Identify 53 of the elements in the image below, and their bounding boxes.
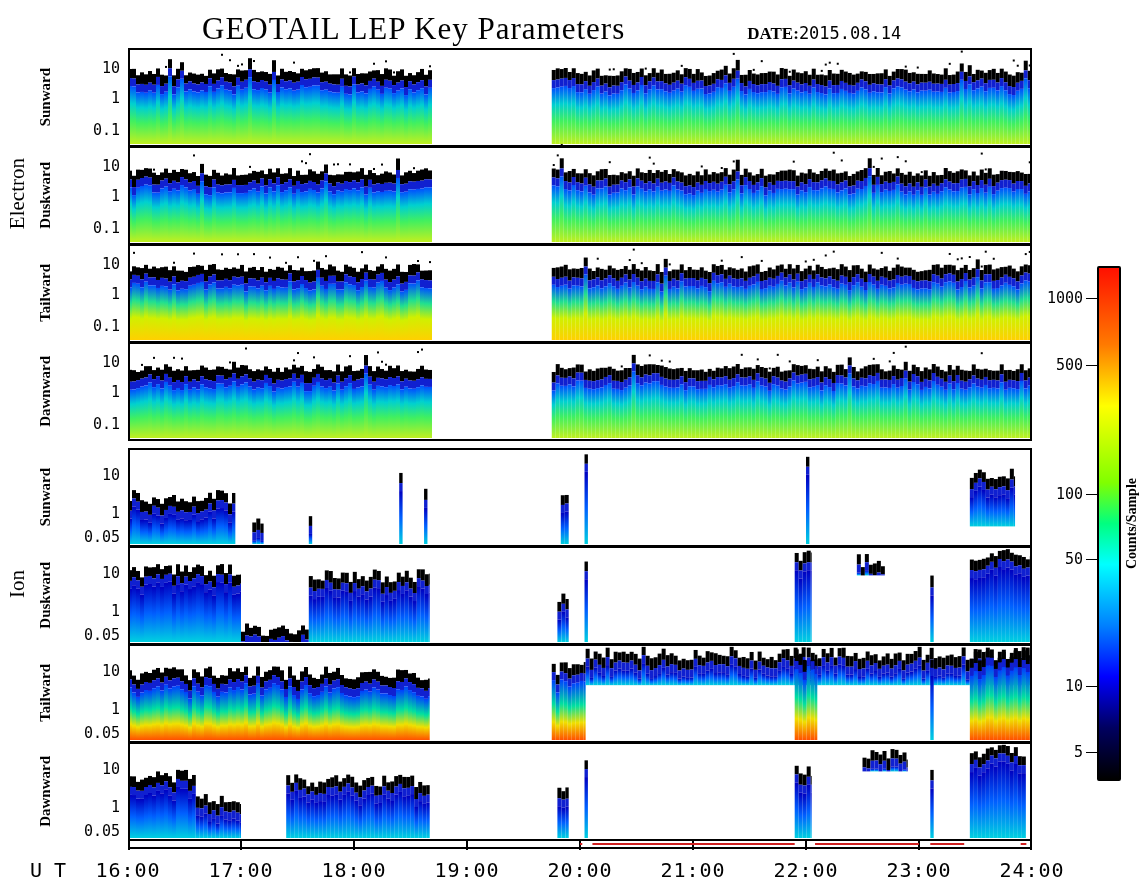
y-tick-label: 1 [110,799,120,815]
y-tick-label: 0.1 [92,122,120,138]
y-tick-label: 10 [101,467,120,483]
time-tick-label: 24:00 [999,860,1065,880]
scale-tick-label: 100 [1056,486,1084,502]
date-label: DATE:2015.08.14 [747,25,902,44]
y-tick-label: 1 [110,90,120,106]
panel-label: Tailward [36,264,54,322]
panel-label: Dawnward [36,755,54,827]
scale-tick-label: 10 [1065,678,1084,694]
panel-label: Sunward [36,467,54,527]
y-tick-label: 10 [101,761,120,777]
time-tick-label: 23:00 [886,860,952,880]
y-tick-label: 10 [101,60,120,76]
y-tick-label: 0.05 [83,529,120,545]
time-tick-label: 21:00 [660,860,726,880]
scale-tick-label: 500 [1056,357,1084,373]
scale-tick-label: 1000 [1047,290,1084,306]
y-tick-label: 10 [101,565,120,581]
scale-tick-label: 50 [1065,551,1084,567]
panel-label: Tailward [36,664,54,722]
y-tick-label: 1 [110,505,120,521]
time-tick-label: 17:00 [208,860,274,880]
time-tick-label: 18:00 [321,860,387,880]
y-tick-label: 10 [101,256,120,272]
time-tick-label: 16:00 [95,860,161,880]
y-tick-label: 1 [110,701,120,717]
y-tick-label: 10 [101,663,120,679]
y-tick-label: 1 [110,603,120,619]
panel-label: Duskward [36,161,54,229]
group-label: Ion [4,570,30,598]
panel-label: Dawnward [36,355,54,427]
y-tick-label: 10 [101,158,120,174]
x-axis-label: U T [30,860,67,880]
y-tick-label: 10 [101,354,120,370]
y-tick-label: 1 [110,188,120,204]
y-tick-label: 1 [110,286,120,302]
panel-label: Sunward [36,67,54,127]
time-tick-label: 20:00 [547,860,613,880]
y-tick-label: 0.1 [92,318,120,334]
scale-tick-label: 5 [1074,744,1084,760]
group-label: Electron [4,158,30,230]
y-tick-label: 1 [110,384,120,400]
color-scale-title: Counts/Sample [1124,478,1141,569]
panel-label: Duskward [36,561,54,629]
y-tick-label: 0.1 [92,416,120,432]
y-tick-label: 0.05 [83,725,120,741]
time-tick-label: 22:00 [773,860,839,880]
time-tick-label: 19:00 [434,860,500,880]
y-tick-label: 0.05 [83,627,120,643]
y-tick-label: 0.1 [92,220,120,236]
chart-title: GEOTAIL LEP Key Parameters [202,13,626,44]
y-tick-label: 0.05 [83,823,120,839]
